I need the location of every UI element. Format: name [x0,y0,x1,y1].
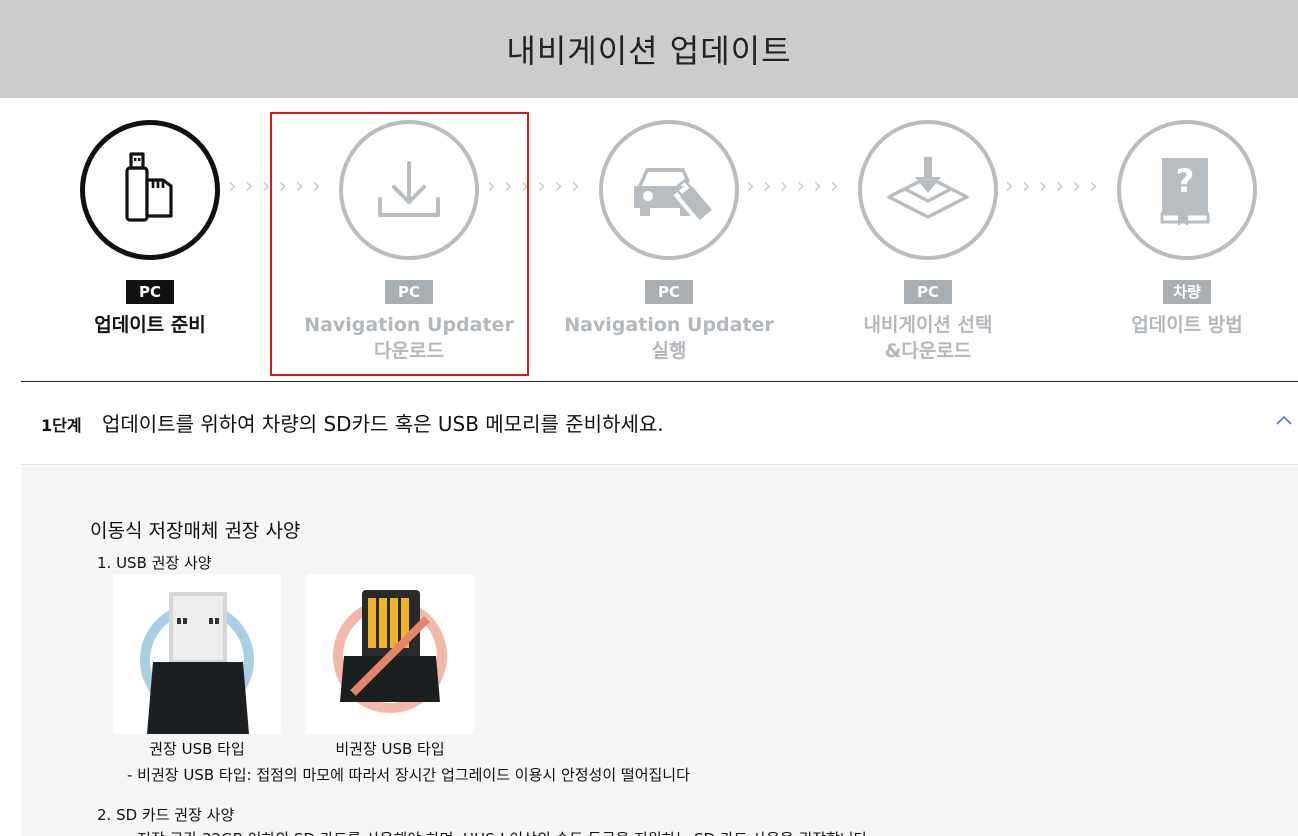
step-3-circle [599,120,739,260]
arrow-group-e: ››› [746,174,797,199]
usb-not-recommended-icon [333,590,447,713]
step-4-label: 내비게이션 선택 &다운로드 [808,312,1048,364]
usb-not-recommended-image [306,574,474,734]
step-3-label-line1: Navigation Updater [564,314,774,336]
step-number: 1단계 [41,416,82,435]
step-4-circle [858,120,998,260]
svg-text:?: ? [1176,162,1195,200]
step-1-label: 업데이트 준비 [30,312,270,338]
step-5-circle: ? [1117,120,1257,260]
chevron-up-icon[interactable] [1274,404,1294,434]
usb-recommended-icon [140,592,254,734]
step-4-label-line2: &다운로드 [884,340,972,362]
step-4-badge: PC [904,280,952,304]
step-1-circle [80,120,220,260]
step-4[interactable]: PC 내비게이션 선택 &다운로드 [808,120,1048,364]
step-1-badge: PC [126,280,174,304]
usb-heading: 1. USB 권장 사양 [97,554,212,572]
usb-note: - 비권장 USB 타입: 접점의 마모에 따라서 장시간 업그레이드 이용시 … [127,766,690,784]
content-title: 이동식 저장매체 권장 사양 [90,520,301,542]
step-3[interactable]: PC Navigation Updater 실행 [549,120,789,364]
map-download-icon [887,157,969,219]
arrow-group-g: ››› [1005,174,1056,199]
step-description: 업데이트를 위하여 차량의 SD카드 혹은 USB 메모리를 준비하세요. [102,412,664,436]
car-usb-icon [634,168,714,225]
step-5[interactable]: ? 차량 업데이트 방법 [1067,120,1298,338]
help-book-icon: ? [1160,158,1210,226]
step-5-label: 업데이트 방법 [1067,312,1298,338]
step-4-label-line1: 내비게이션 선택 [863,314,993,336]
step-1[interactable]: PC 업데이트 준비 [30,120,270,338]
usb-sd-icon [125,152,173,222]
usb-recommended-image [113,574,281,734]
sd-heading: 2. SD 카드 권장 사양 [97,806,235,824]
step-accordion-header[interactable]: 1단계 업데이트를 위하여 차량의 SD카드 혹은 USB 메모리를 준비하세요… [21,382,1298,465]
usb-not-recommended-caption: 비권장 USB 타입 [335,740,445,758]
step-highlight-box [270,112,529,376]
step-1-label-line1: 업데이트 준비 [94,314,206,336]
step-content: 이동식 저장매체 권장 사양 1. USB 권장 사양 권장 USB 타입 비권… [21,466,1298,836]
step-3-badge: PC [645,280,693,304]
sd-note: - 저장 공간 32GB 이하의 SD 카드를 사용해야 하며, UHS-I 이… [127,828,867,836]
step-progress: PC 업데이트 준비 ››› ››› PC Navigation Updater … [0,98,1298,381]
page-title: 내비게이션 업데이트 [506,32,792,70]
page-header: 내비게이션 업데이트 [0,0,1298,98]
step-5-label-line1: 업데이트 방법 [1131,314,1243,336]
step-3-label: Navigation Updater 실행 [549,312,789,364]
step-5-badge: 차량 [1163,280,1211,304]
usb-recommended-caption: 권장 USB 타입 [149,740,245,758]
step-3-label-line2: 실행 [651,340,687,362]
